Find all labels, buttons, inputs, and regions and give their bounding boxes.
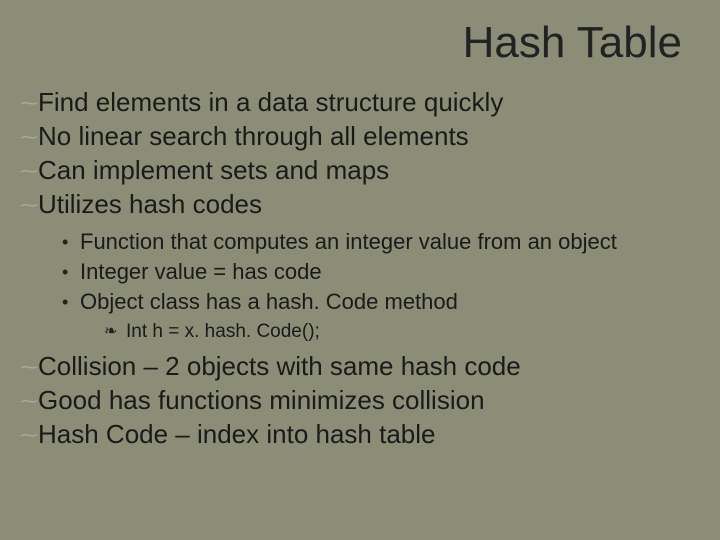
bullet-text: Utilizes hash codes — [38, 188, 262, 220]
bullet-text: Hash Code – index into hash table — [38, 418, 436, 450]
bullet-text: Collision – 2 objects with same hash cod… — [38, 350, 521, 382]
bullet-mark-l1: ⁓ — [20, 122, 38, 152]
bullet-mark-l1: ⁓ — [20, 88, 38, 118]
bullet-mark-l2: • — [62, 228, 80, 256]
bullet-mark-l1: ⁓ — [20, 420, 38, 450]
list-item: • Function that computes an integer valu… — [62, 228, 690, 256]
bullet-mark-l1: ⁓ — [20, 352, 38, 382]
bullet-mark-l3: ❧ — [104, 320, 126, 344]
bullet-text: Good has functions minimizes collision — [38, 384, 485, 416]
bullet-text: No linear search through all elements — [38, 120, 469, 152]
bullet-text: Object class has a hash. Code method — [80, 288, 458, 316]
list-item: ⁓ Hash Code – index into hash table — [20, 418, 690, 450]
list-item: ⁓ Collision – 2 objects with same hash c… — [20, 350, 690, 382]
list-item: • Object class has a hash. Code method — [62, 288, 690, 316]
bullet-mark-l1: ⁓ — [20, 156, 38, 186]
bullet-text: Function that computes an integer value … — [80, 228, 617, 256]
bullet-mark-l1: ⁓ — [20, 190, 38, 220]
bullet-text: Can implement sets and maps — [38, 154, 389, 186]
bullet-mark-l2: • — [62, 258, 80, 286]
list-item: ⁓ Good has functions minimizes collision — [20, 384, 690, 416]
bullet-mark-l1: ⁓ — [20, 386, 38, 416]
bullet-mark-l2: • — [62, 288, 80, 316]
list-item: ⁓ Find elements in a data structure quic… — [20, 86, 690, 118]
slide-title: Hash Table — [463, 18, 682, 68]
bullet-text: Integer value = has code — [80, 258, 322, 286]
bullet-text: Find elements in a data structure quickl… — [38, 86, 503, 118]
list-item: ⁓ Utilizes hash codes — [20, 188, 690, 220]
slide-body: ⁓ Find elements in a data structure quic… — [20, 86, 690, 452]
list-item: • Integer value = has code — [62, 258, 690, 286]
list-item: ⁓ No linear search through all elements — [20, 120, 690, 152]
list-item: ❧ Int h = x. hash. Code(); — [104, 320, 690, 344]
list-item: ⁓ Can implement sets and maps — [20, 154, 690, 186]
bullet-text: Int h = x. hash. Code(); — [126, 320, 320, 344]
